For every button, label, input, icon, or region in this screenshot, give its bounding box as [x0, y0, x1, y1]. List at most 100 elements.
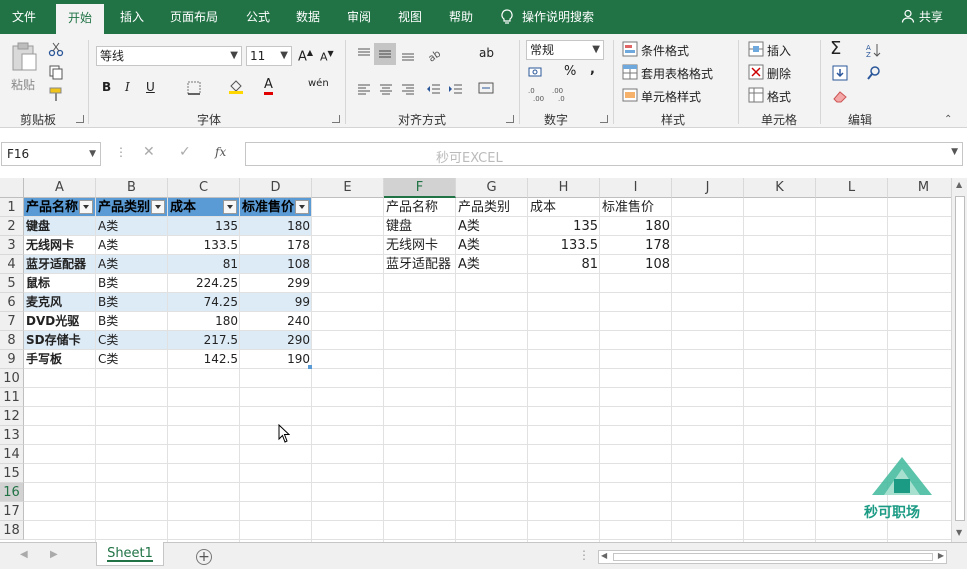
row-header-6[interactable]: 6 — [0, 293, 24, 312]
tab-insert[interactable]: 插入 — [110, 0, 154, 34]
decrease-indent-icon[interactable] — [426, 81, 442, 97]
paste-label[interactable]: 粘贴 — [11, 76, 35, 93]
conditional-format-button[interactable]: 条件格式 — [641, 42, 689, 59]
table-cell[interactable]: 无线网卡 — [24, 236, 96, 255]
row-header-18[interactable]: 18 — [0, 521, 24, 540]
result-header-cell[interactable]: 产品类别 — [456, 198, 528, 217]
table-cell[interactable]: 178 — [240, 236, 312, 255]
table-cell[interactable]: 180 — [168, 312, 240, 331]
scroll-up-icon[interactable]: ▲ — [956, 180, 962, 189]
row-header-2[interactable]: 2 — [0, 217, 24, 236]
table-cell[interactable]: 81 — [168, 255, 240, 274]
tab-view[interactable]: 视图 — [388, 0, 432, 34]
align-left-icon[interactable] — [356, 81, 372, 97]
column-header-j[interactable]: J — [672, 178, 744, 198]
table-cell[interactable]: 217.5 — [168, 331, 240, 350]
scroll-right-icon[interactable]: ▶ — [938, 551, 944, 560]
comma-button[interactable]: , — [590, 62, 595, 77]
column-header-c[interactable]: C — [168, 178, 240, 198]
vertical-scrollbar[interactable]: ▲ ▼ — [951, 178, 967, 542]
worksheet-grid[interactable]: A B C D E F G H I J K L M 1 2 3 4 5 6 7 8 9 10 11 12 13 14 15 16 17 18… — [0, 178, 951, 542]
scroll-left-icon[interactable]: ◀ — [601, 551, 607, 560]
filter-dropdown-icon[interactable] — [295, 200, 309, 214]
table-cell[interactable]: A类 — [96, 255, 168, 274]
column-header-h[interactable]: H — [528, 178, 600, 198]
result-cell[interactable]: 蓝牙适配器 — [384, 255, 456, 274]
table-cell[interactable]: A类 — [96, 217, 168, 236]
row-header-15[interactable]: 15 — [0, 464, 24, 483]
split-handle-icon[interactable]: ⋮ — [578, 548, 590, 562]
cancel-icon[interactable]: ✕ — [143, 144, 155, 160]
column-header-i[interactable]: I — [600, 178, 672, 198]
table-cell[interactable]: 224.25 — [168, 274, 240, 293]
result-cell[interactable]: 180 — [600, 217, 672, 236]
insert-cells-icon[interactable] — [748, 41, 764, 57]
tab-formulas[interactable]: 公式 — [236, 0, 280, 34]
expand-formula-icon[interactable]: ▼ — [951, 147, 958, 157]
table-cell[interactable]: 240 — [240, 312, 312, 331]
format-painter-icon[interactable] — [48, 86, 64, 102]
table-cell[interactable]: 190 — [240, 350, 312, 369]
font-name-select[interactable]: 等线 ▼ — [96, 46, 242, 66]
orientation-icon[interactable]: ab — [426, 46, 442, 62]
format-as-table-icon[interactable] — [622, 64, 638, 80]
table-cell[interactable]: 299 — [240, 274, 312, 293]
enter-icon[interactable]: ✓ — [179, 144, 191, 160]
result-cell[interactable]: 键盘 — [384, 217, 456, 236]
column-header-l[interactable]: L — [816, 178, 888, 198]
clear-icon[interactable] — [832, 88, 848, 104]
increase-decimal-icon[interactable]: .0.00 — [528, 86, 546, 102]
column-header-m[interactable]: M — [888, 178, 951, 198]
table-cell[interactable]: 133.5 — [168, 236, 240, 255]
column-header-e[interactable]: E — [312, 178, 384, 198]
add-sheet-button[interactable]: + — [196, 549, 212, 565]
insert-cells-button[interactable]: 插入 — [767, 42, 791, 59]
name-box[interactable]: F16 ▼ — [1, 142, 101, 166]
row-header-1[interactable]: 1 — [0, 198, 24, 217]
table-cell[interactable]: 麦克风 — [24, 293, 96, 312]
row-header-14[interactable]: 14 — [0, 445, 24, 464]
fill-color-icon[interactable] — [228, 78, 244, 94]
format-cells-icon[interactable] — [748, 87, 764, 103]
result-header-cell[interactable]: 产品名称 — [384, 198, 456, 217]
result-cell[interactable]: 133.5 — [528, 236, 600, 255]
row-header-4[interactable]: 4 — [0, 255, 24, 274]
prev-sheet-icon[interactable]: ◀ — [20, 549, 28, 560]
clipboard-launcher[interactable] — [76, 115, 84, 123]
table-cell[interactable]: 290 — [240, 331, 312, 350]
tab-data[interactable]: 数据 — [286, 0, 330, 34]
sort-filter-icon[interactable]: AZ — [866, 42, 882, 58]
tab-file[interactable]: 文件 — [0, 0, 48, 34]
insert-function-button[interactable]: fx — [215, 145, 226, 159]
table-cell[interactable]: 键盘 — [24, 217, 96, 236]
wrap-text-button[interactable]: ab — [479, 46, 494, 60]
cell-styles-button[interactable]: 单元格样式 — [641, 88, 701, 105]
result-cell[interactable]: 108 — [600, 255, 672, 274]
table-cell[interactable]: A类 — [96, 236, 168, 255]
scroll-down-icon[interactable]: ▼ — [956, 528, 962, 537]
table-cell[interactable]: 99 — [240, 293, 312, 312]
column-header-a[interactable]: A — [24, 178, 96, 198]
top-align-icon[interactable] — [356, 46, 372, 62]
result-cell[interactable]: 无线网卡 — [384, 236, 456, 255]
column-header-b[interactable]: B — [96, 178, 168, 198]
table-cell[interactable]: C类 — [96, 350, 168, 369]
row-header-7[interactable]: 7 — [0, 312, 24, 331]
result-cell[interactable]: A类 — [456, 255, 528, 274]
delete-cells-icon[interactable] — [748, 64, 764, 80]
table-cell[interactable]: B类 — [96, 274, 168, 293]
row-header-11[interactable]: 11 — [0, 388, 24, 407]
column-header-f[interactable]: F — [384, 178, 456, 198]
increase-indent-icon[interactable] — [448, 81, 464, 97]
select-all-corner[interactable] — [0, 178, 24, 198]
table-cell[interactable]: 108 — [240, 255, 312, 274]
tell-me-search[interactable]: 操作说明搜索 — [522, 0, 606, 34]
sheet-tab-sheet1[interactable]: Sheet1 — [96, 542, 164, 566]
filter-dropdown-icon[interactable] — [79, 200, 93, 214]
align-center-icon[interactable] — [378, 81, 394, 97]
table-cell[interactable]: 手写板 — [24, 350, 96, 369]
result-cell[interactable]: 81 — [528, 255, 600, 274]
copy-icon[interactable] — [48, 64, 64, 80]
result-cell[interactable]: A类 — [456, 217, 528, 236]
result-header-cell[interactable]: 成本 — [528, 198, 600, 217]
